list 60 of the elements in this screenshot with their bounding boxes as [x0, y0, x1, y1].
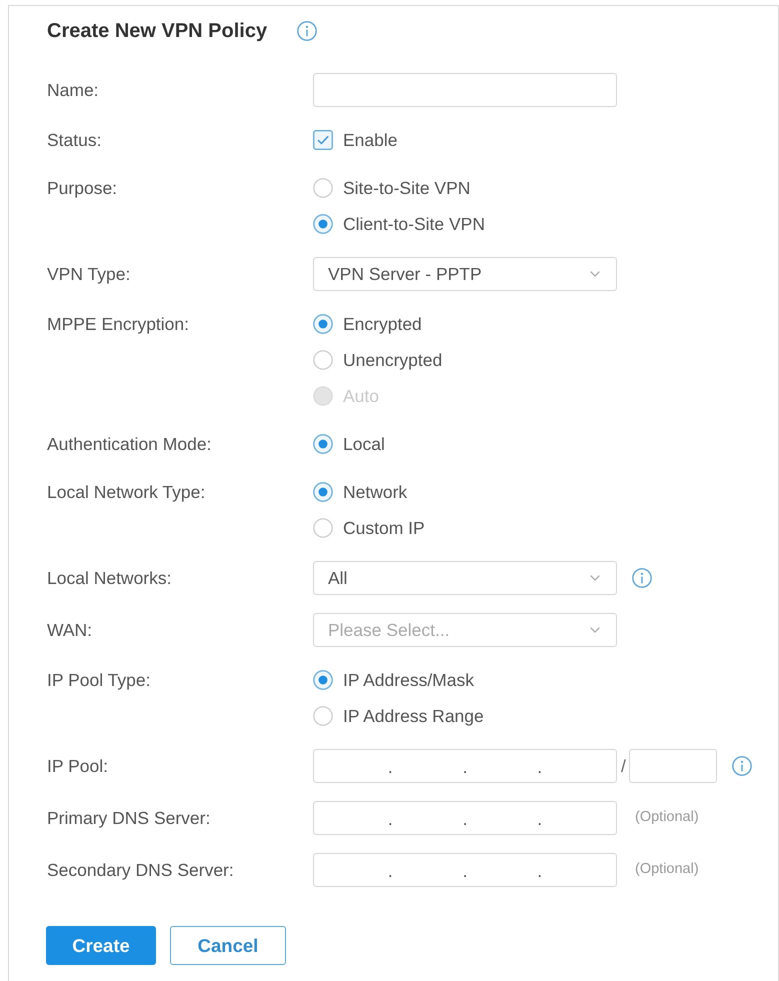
radio-icon[interactable] — [313, 706, 333, 726]
dot-separator: . — [388, 863, 393, 879]
radio-icon[interactable] — [313, 314, 333, 334]
dot-separator: . — [537, 863, 542, 879]
radio-icon[interactable] — [313, 518, 333, 538]
radio-option[interactable]: Encrypted — [313, 309, 422, 339]
text-input[interactable] — [313, 73, 617, 107]
optional-note: (Optional) — [635, 860, 699, 880]
radio-option[interactable]: Client-to-Site VPN — [313, 209, 485, 239]
field-label: Authentication Mode: — [47, 433, 212, 456]
field-label: Status: — [47, 129, 102, 152]
field-label: IP Pool: — [47, 755, 109, 778]
field-label: Purpose: — [47, 177, 118, 200]
ip-address-field[interactable]: . . . — [313, 801, 617, 835]
checkbox-icon[interactable] — [313, 130, 333, 150]
radio-option[interactable]: Custom IP — [313, 513, 425, 543]
radio-option[interactable]: IP Address Range — [313, 701, 484, 731]
field-label: Name: — [47, 79, 100, 102]
field-label: IP Pool Type: — [47, 669, 152, 692]
dropdown[interactable]: VPN Server - PPTP — [313, 257, 617, 291]
radio-icon[interactable] — [313, 178, 333, 198]
radio-icon[interactable] — [313, 350, 333, 370]
radio-icon[interactable] — [313, 482, 333, 502]
dot-separator: . — [462, 759, 468, 775]
radio-option[interactable]: Site-to-Site VPN — [313, 173, 470, 203]
field-label: MPPE Encryption: — [47, 313, 190, 336]
ip-address-field[interactable]: . . . — [313, 853, 617, 887]
dropdown[interactable]: All — [313, 561, 617, 595]
dot-separator: . — [388, 811, 393, 827]
chevron-down-icon — [590, 627, 600, 633]
dot-separator: . — [537, 811, 542, 827]
radio-option[interactable]: Local — [313, 429, 385, 459]
radio-icon[interactable] — [313, 434, 333, 454]
field-label: Local Network Type: — [47, 481, 206, 504]
dot-separator: . — [462, 811, 468, 827]
form-title: Create New VPN Policy — [47, 20, 268, 42]
info-icon[interactable] — [297, 21, 318, 41]
field-label: Secondary DNS Server: — [47, 859, 235, 882]
radio-option[interactable]: IP Address/Mask — [313, 665, 474, 695]
slash-separator: / — [621, 754, 626, 778]
chevron-down-icon — [590, 271, 600, 277]
mask-field[interactable] — [628, 749, 717, 783]
dot-separator: . — [462, 863, 468, 879]
field-label: Primary DNS Server: — [47, 807, 212, 830]
field-label: Local Networks: — [47, 567, 172, 590]
dot-separator: . — [537, 759, 542, 775]
radio-option[interactable]: Unencrypted — [313, 345, 442, 375]
ip-address-field[interactable]: . . . — [313, 749, 617, 783]
radio-icon[interactable] — [313, 670, 333, 690]
info-icon[interactable] — [632, 568, 652, 588]
radio-option[interactable]: Network — [313, 477, 408, 507]
field-label: WAN: — [47, 619, 94, 642]
checkbox-option[interactable]: Enable — [313, 125, 398, 155]
info-icon[interactable] — [732, 756, 752, 776]
radio-icon[interactable] — [313, 214, 333, 234]
field-label: VPN Type: — [47, 263, 132, 286]
dot-separator: . — [388, 759, 393, 775]
cancel-button[interactable]: Cancel — [170, 926, 286, 965]
optional-note: (Optional) — [635, 808, 699, 828]
chevron-down-icon — [590, 575, 600, 581]
